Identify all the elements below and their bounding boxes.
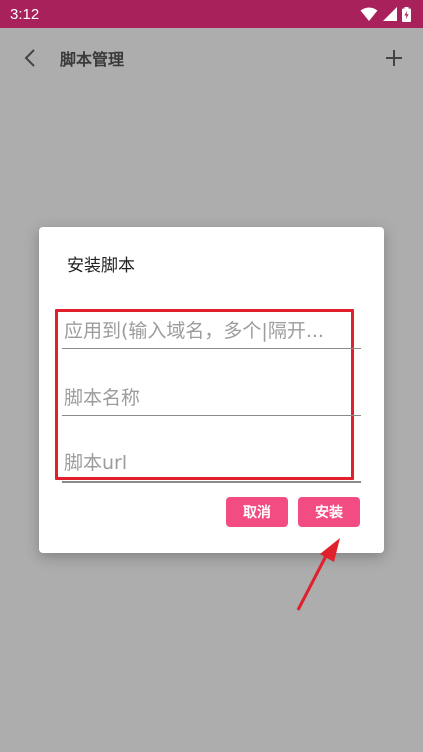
install-script-dialog: 安装脚本 取消 安装: [39, 227, 384, 553]
script-url-input[interactable]: [62, 445, 361, 481]
signal-icon: [383, 7, 397, 21]
status-bar: 3:12: [0, 0, 423, 28]
annotation-arrow-icon: [296, 538, 340, 611]
status-time: 3:12: [10, 5, 40, 23]
domain-input[interactable]: [62, 313, 361, 349]
battery-icon: [402, 6, 411, 22]
wifi-icon: [360, 7, 378, 21]
page-title: 脚本管理: [60, 50, 125, 69]
chevron-left-icon: [24, 49, 35, 67]
plus-icon: [386, 50, 402, 66]
dialog-title: 安装脚本: [67, 256, 135, 276]
script-name-input[interactable]: [62, 380, 361, 416]
cancel-button[interactable]: 取消: [226, 497, 288, 527]
install-button[interactable]: 安装: [298, 497, 360, 527]
back-button[interactable]: [16, 44, 44, 72]
add-script-button[interactable]: [380, 44, 408, 72]
url-input-underline: [62, 481, 361, 483]
status-icons: [360, 6, 411, 22]
input-highlight-box: [55, 309, 361, 483]
app-bar: 脚本管理: [0, 28, 423, 86]
